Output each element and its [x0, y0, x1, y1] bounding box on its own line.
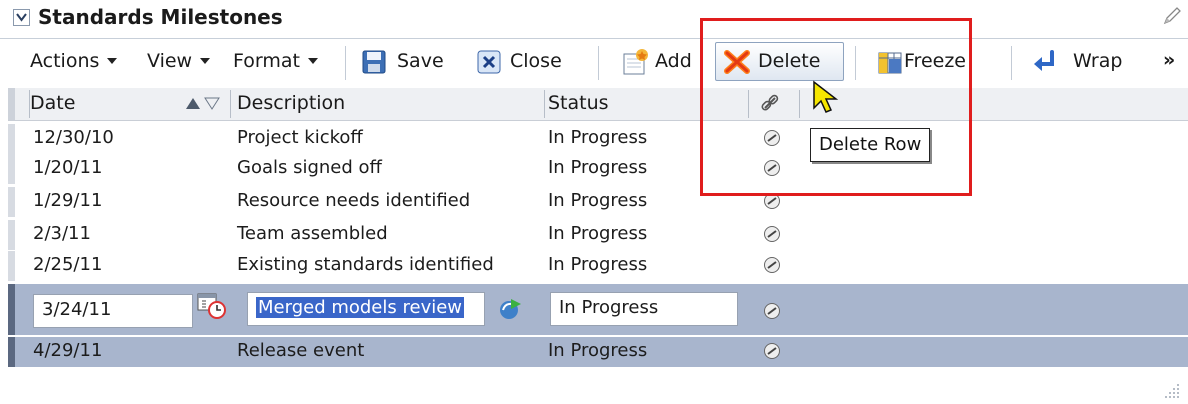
- wrap-button[interactable]: Wrap: [1073, 50, 1122, 72]
- status-cell: In Progress: [548, 223, 648, 244]
- panel-header: Standards Milestones: [0, 0, 1188, 36]
- dropdown-arrow-icon: [107, 58, 118, 64]
- link-icon[interactable]: [763, 342, 781, 360]
- status-cell: In Progress: [548, 340, 648, 361]
- actions-label: Actions: [30, 50, 100, 72]
- description-cell: Release event: [237, 340, 365, 361]
- collapse-toggle[interactable]: [13, 9, 30, 26]
- table-row[interactable]: 1/20/11 Goals signed off In Progress: [0, 154, 1188, 184]
- status-cell: In Progress: [548, 254, 648, 275]
- status-cell: In Progress: [548, 127, 648, 148]
- toolbar-divider: [598, 46, 599, 80]
- row-header-cell[interactable]: [8, 154, 15, 184]
- dropdown-arrow-icon: [200, 58, 211, 64]
- column-header-description[interactable]: Description: [237, 92, 345, 114]
- table-row[interactable]: 2/3/11 Team assembled In Progress: [0, 220, 1188, 250]
- link-icon[interactable]: [763, 225, 781, 243]
- column-divider[interactable]: [29, 90, 30, 118]
- date-cell: 1/29/11: [33, 190, 103, 211]
- sort-icon[interactable]: [185, 96, 221, 110]
- status-cell: In Progress: [548, 157, 648, 178]
- row-header-cell[interactable]: [8, 220, 15, 250]
- toolbar-overflow-button[interactable]: »: [1163, 49, 1175, 71]
- format-menu[interactable]: Format: [233, 50, 318, 72]
- close-button[interactable]: Close: [510, 50, 562, 72]
- date-cell: 2/3/11: [33, 223, 91, 244]
- calendar-icon[interactable]: [197, 292, 227, 320]
- row-header-cell[interactable]: [8, 124, 15, 154]
- row-header-cell[interactable]: [8, 187, 15, 217]
- column-header-status[interactable]: Status: [548, 92, 609, 114]
- table-row[interactable]: 1/29/11 Resource needs identified In Pro…: [0, 187, 1188, 217]
- date-cell: 2/25/11: [33, 254, 103, 275]
- add-icon[interactable]: [622, 48, 650, 76]
- pencil-icon[interactable]: [1162, 6, 1182, 26]
- column-header-date[interactable]: Date: [30, 92, 75, 114]
- status-cell: In Progress: [548, 190, 648, 211]
- save-icon[interactable]: [362, 50, 386, 74]
- actions-menu[interactable]: Actions: [30, 50, 118, 72]
- wrap-icon[interactable]: [1030, 49, 1058, 75]
- date-cell: 12/30/10: [33, 127, 114, 148]
- link-icon[interactable]: [763, 256, 781, 274]
- row-header-cell: [8, 88, 15, 120]
- date-cell: 1/20/11: [33, 157, 103, 178]
- table-row[interactable]: 2/25/11 Existing standards identified In…: [0, 251, 1188, 281]
- link-icon[interactable]: [763, 302, 781, 320]
- chevron-down-icon: [16, 13, 27, 22]
- selected-text: Merged models review: [256, 297, 465, 318]
- tooltip: Delete Row: [810, 128, 931, 162]
- save-button[interactable]: Save: [397, 50, 444, 72]
- description-cell: Team assembled: [237, 223, 388, 244]
- column-divider[interactable]: [230, 90, 231, 118]
- description-cell: Goals signed off: [237, 157, 382, 178]
- add-button[interactable]: Add: [655, 50, 692, 72]
- description-cell: Project kickoff: [237, 127, 363, 148]
- column-divider[interactable]: [544, 90, 545, 118]
- row-header-cell[interactable]: [8, 337, 15, 367]
- close-icon[interactable]: [477, 50, 501, 74]
- table-row[interactable]: 12/30/10 Project kickoff In Progress: [0, 124, 1188, 154]
- toolbar-divider: [345, 46, 346, 80]
- description-cell: Resource needs identified: [237, 190, 471, 211]
- row-header-cell[interactable]: [8, 251, 15, 281]
- status-input[interactable]: In Progress: [550, 292, 738, 326]
- date-input[interactable]: 3/24/11: [33, 294, 193, 328]
- toolbar-divider: [1011, 46, 1012, 80]
- date-cell: 4/29/11: [33, 340, 103, 361]
- view-menu[interactable]: View: [147, 50, 211, 72]
- cursor-icon: [813, 80, 839, 113]
- description-cell: Existing standards identified: [237, 254, 494, 275]
- resize-grip-icon[interactable]: [1163, 382, 1181, 400]
- refresh-icon[interactable]: [497, 296, 523, 322]
- row-header-cell[interactable]: [8, 284, 15, 335]
- description-input[interactable]: Merged models review: [247, 292, 485, 326]
- dropdown-arrow-icon: [307, 58, 318, 64]
- format-label: Format: [233, 50, 300, 72]
- panel-title: Standards Milestones: [38, 5, 283, 29]
- view-label: View: [147, 50, 193, 72]
